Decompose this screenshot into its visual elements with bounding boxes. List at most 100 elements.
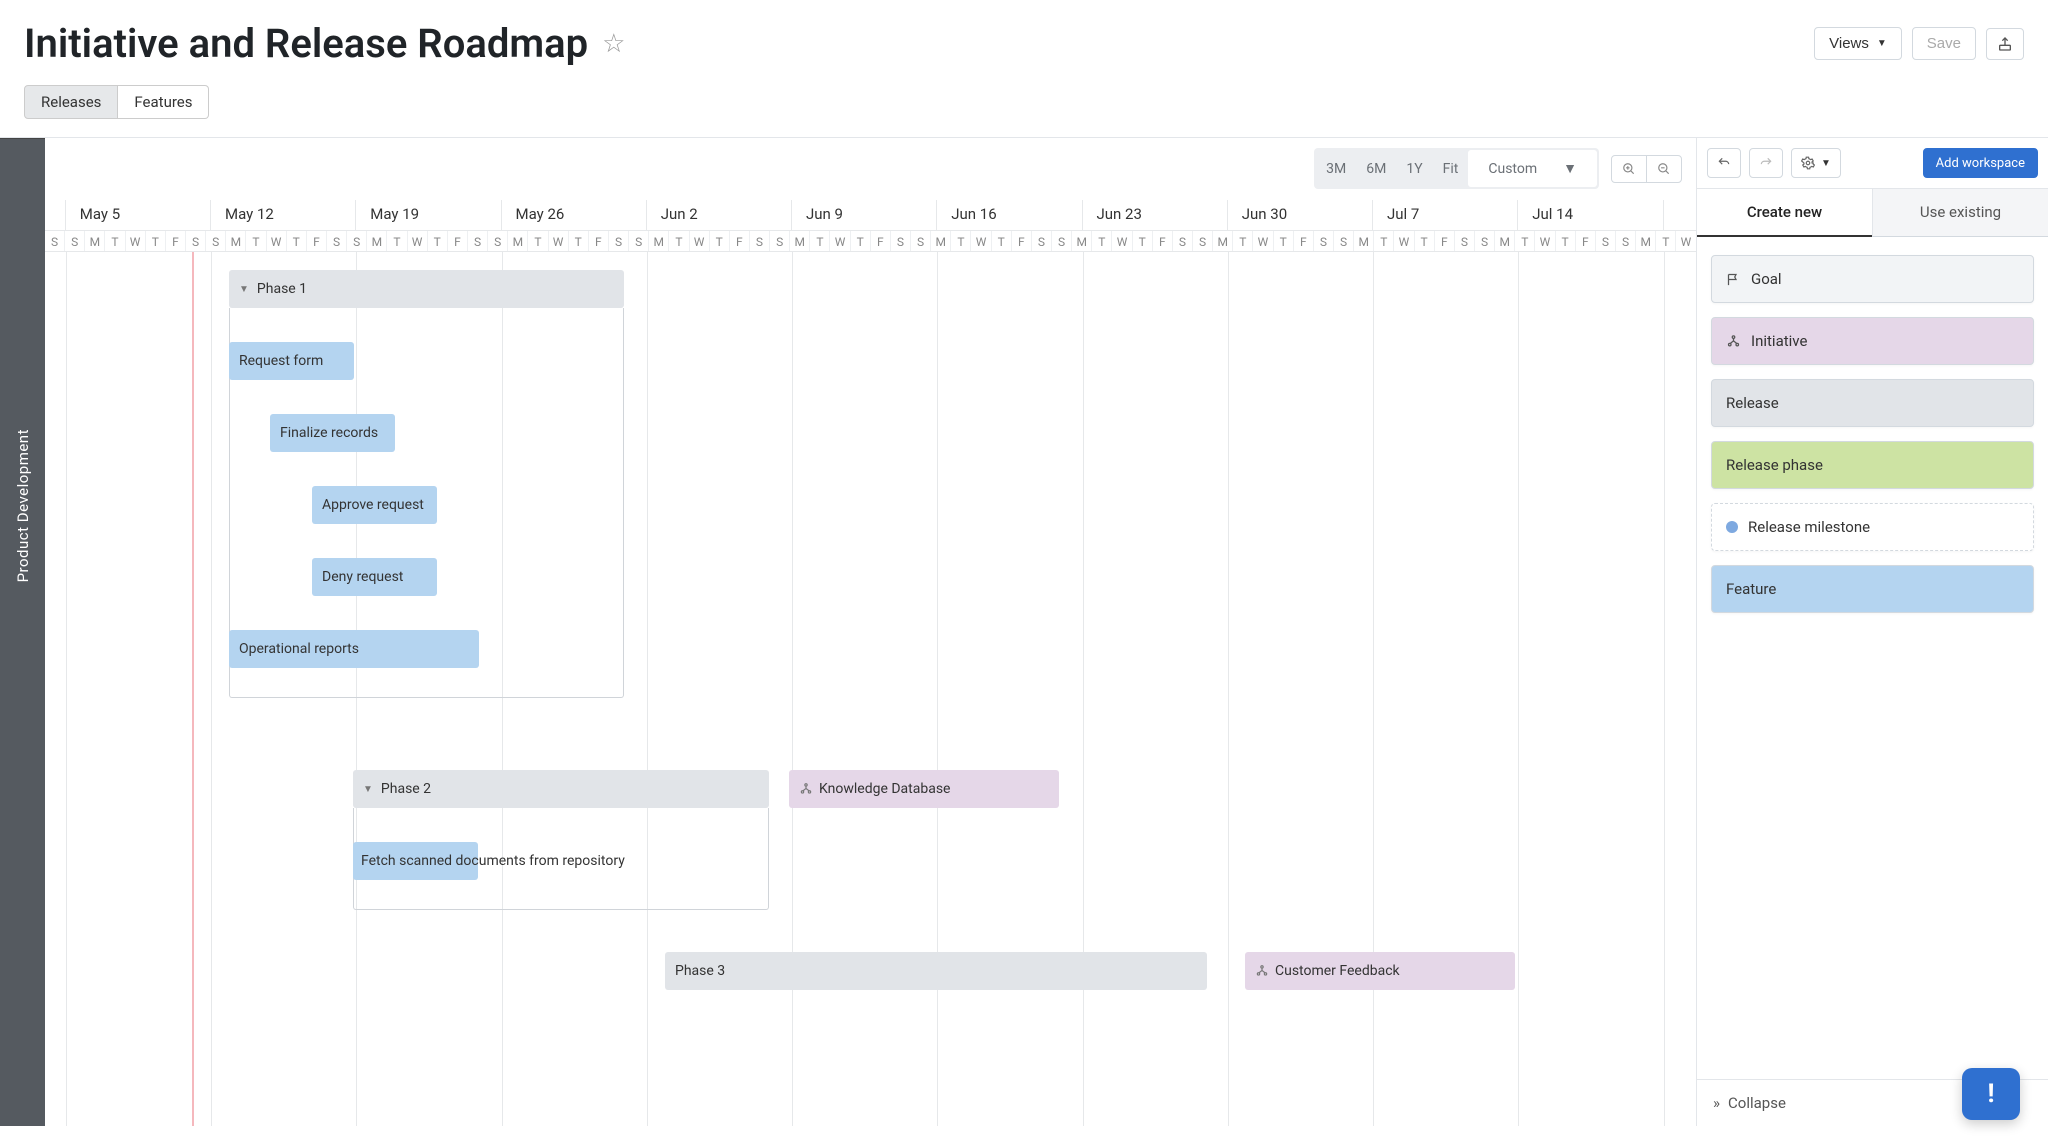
views-button[interactable]: Views ▼ [1814, 27, 1902, 60]
card-release[interactable]: Release [1711, 379, 2034, 427]
day-letter: S [347, 231, 367, 251]
today-line [192, 252, 194, 1126]
redo-button[interactable] [1749, 148, 1783, 178]
zoom-6m[interactable]: 6M [1356, 156, 1396, 182]
day-letter: S [1596, 231, 1616, 251]
request-form-bar[interactable]: Request form [229, 342, 354, 380]
week-header: Jul 14 [1518, 200, 1663, 230]
week-header: May 12 [211, 200, 356, 230]
day-letter: F [166, 231, 186, 251]
day-letter: S [770, 231, 790, 251]
tab-releases[interactable]: Releases [24, 85, 118, 119]
day-letter: F [1153, 231, 1173, 251]
redo-icon [1759, 156, 1773, 170]
save-button[interactable]: Save [1912, 27, 1976, 60]
card-feature[interactable]: Feature [1711, 565, 2034, 613]
day-letter: T [1556, 231, 1576, 251]
zoom-1y[interactable]: 1Y [1396, 156, 1432, 182]
favorite-star-icon[interactable]: ☆ [602, 29, 625, 59]
day-letter: S [65, 231, 85, 251]
day-letter: T [569, 231, 589, 251]
share-button[interactable] [1986, 28, 2024, 60]
phase-2-bar[interactable]: ▼ Phase 2 [353, 770, 769, 808]
card-release-milestone[interactable]: Release milestone [1711, 503, 2034, 551]
group-strip[interactable]: Product Development [0, 138, 45, 1126]
settings-button[interactable]: ▼ [1791, 148, 1841, 178]
day-letter: T [851, 231, 871, 251]
undo-button[interactable] [1707, 148, 1741, 178]
day-letter: S [488, 231, 508, 251]
customer-feedback-bar[interactable]: Customer Feedback [1245, 952, 1515, 990]
day-letter: F [1012, 231, 1032, 251]
day-letter: S [750, 231, 770, 251]
views-label: Views [1829, 35, 1869, 52]
day-letter: T [810, 231, 830, 251]
tab-create-new[interactable]: Create new [1697, 189, 1872, 237]
day-letter: W [1535, 231, 1555, 251]
day-letter: F [307, 231, 327, 251]
zoom-3m[interactable]: 3M [1316, 156, 1356, 182]
day-letter: S [1173, 231, 1193, 251]
zoom-custom[interactable]: Custom ▼ [1468, 150, 1597, 187]
zoom-out-icon[interactable] [1646, 156, 1681, 182]
tab-use-existing[interactable]: Use existing [1872, 189, 2048, 237]
card-label: Release milestone [1748, 518, 1870, 536]
day-letter: S [327, 231, 347, 251]
day-letter: M [1636, 231, 1656, 251]
day-letter: T [1233, 231, 1253, 251]
day-letter: T [992, 231, 1012, 251]
week-header: Jul 7 [1373, 200, 1518, 230]
card-goal[interactable]: Goal [1711, 255, 2034, 303]
card-label: Release [1726, 394, 1779, 412]
phase-2-label: Phase 2 [381, 781, 431, 797]
knowledge-database-bar[interactable]: Knowledge Database [789, 770, 1059, 808]
week-header [45, 200, 66, 230]
zoom-in-icon[interactable] [1612, 156, 1646, 182]
day-letter: T [1415, 231, 1435, 251]
zoom-custom-label: Custom [1478, 156, 1547, 182]
phase-1-label: Phase 1 [257, 281, 307, 297]
feedback-fab[interactable]: ! [1962, 1068, 2020, 1120]
timeline: 3M 6M 1Y Fit Custom ▼ May 5May 12May 19 M… [45, 138, 1696, 1126]
day-letter: T [246, 231, 266, 251]
gridline [792, 252, 793, 1126]
day-letter: S [1314, 231, 1334, 251]
day-letter: W [408, 231, 428, 251]
operational-reports-bar[interactable]: Operational reports [229, 630, 479, 668]
zoom-range-segment: 3M 6M 1Y Fit Custom ▼ [1314, 148, 1599, 189]
phase-1-bar[interactable]: ▼ Phase 1 [229, 270, 624, 308]
day-letter: M [649, 231, 669, 251]
week-header: Jun 16 [937, 200, 1082, 230]
card-initiative[interactable]: Initiative [1711, 317, 2034, 365]
fetch-docs-bar[interactable]: Fetch scanned documents from repository [353, 842, 478, 880]
finalize-records-bar[interactable]: Finalize records [270, 414, 395, 452]
phase-3-bar[interactable]: Phase 3 [665, 952, 1207, 990]
add-workspace-label: Add workspace [1936, 156, 2025, 171]
day-letter: M [931, 231, 951, 251]
tab-features[interactable]: Features [118, 85, 209, 119]
approve-request-bar[interactable]: Approve request [312, 486, 437, 524]
day-letter: T [1092, 231, 1112, 251]
week-header: Jun 30 [1228, 200, 1373, 230]
week-header: May 19 [356, 200, 501, 230]
add-workspace-button[interactable]: Add workspace [1923, 148, 2038, 178]
day-letter: S [629, 231, 649, 251]
gridline [211, 252, 212, 1126]
day-letter: F [1294, 231, 1314, 251]
day-letter: W [1676, 231, 1696, 251]
day-letter: S [609, 231, 629, 251]
day-letter: M [85, 231, 105, 251]
day-letter: T [528, 231, 548, 251]
day-letter: S [911, 231, 931, 251]
zoom-fit[interactable]: Fit [1433, 156, 1469, 182]
day-letter: S [1052, 231, 1072, 251]
phase-3-label: Phase 3 [675, 963, 725, 979]
day-letter: S [468, 231, 488, 251]
day-letter: S [1455, 231, 1475, 251]
card-release-phase[interactable]: Release phase [1711, 441, 2034, 489]
week-header: May 5 [66, 200, 211, 230]
initiative-icon [1726, 334, 1741, 349]
gridline [647, 252, 648, 1126]
deny-request-bar[interactable]: Deny request [312, 558, 437, 596]
day-letter: T [146, 231, 166, 251]
